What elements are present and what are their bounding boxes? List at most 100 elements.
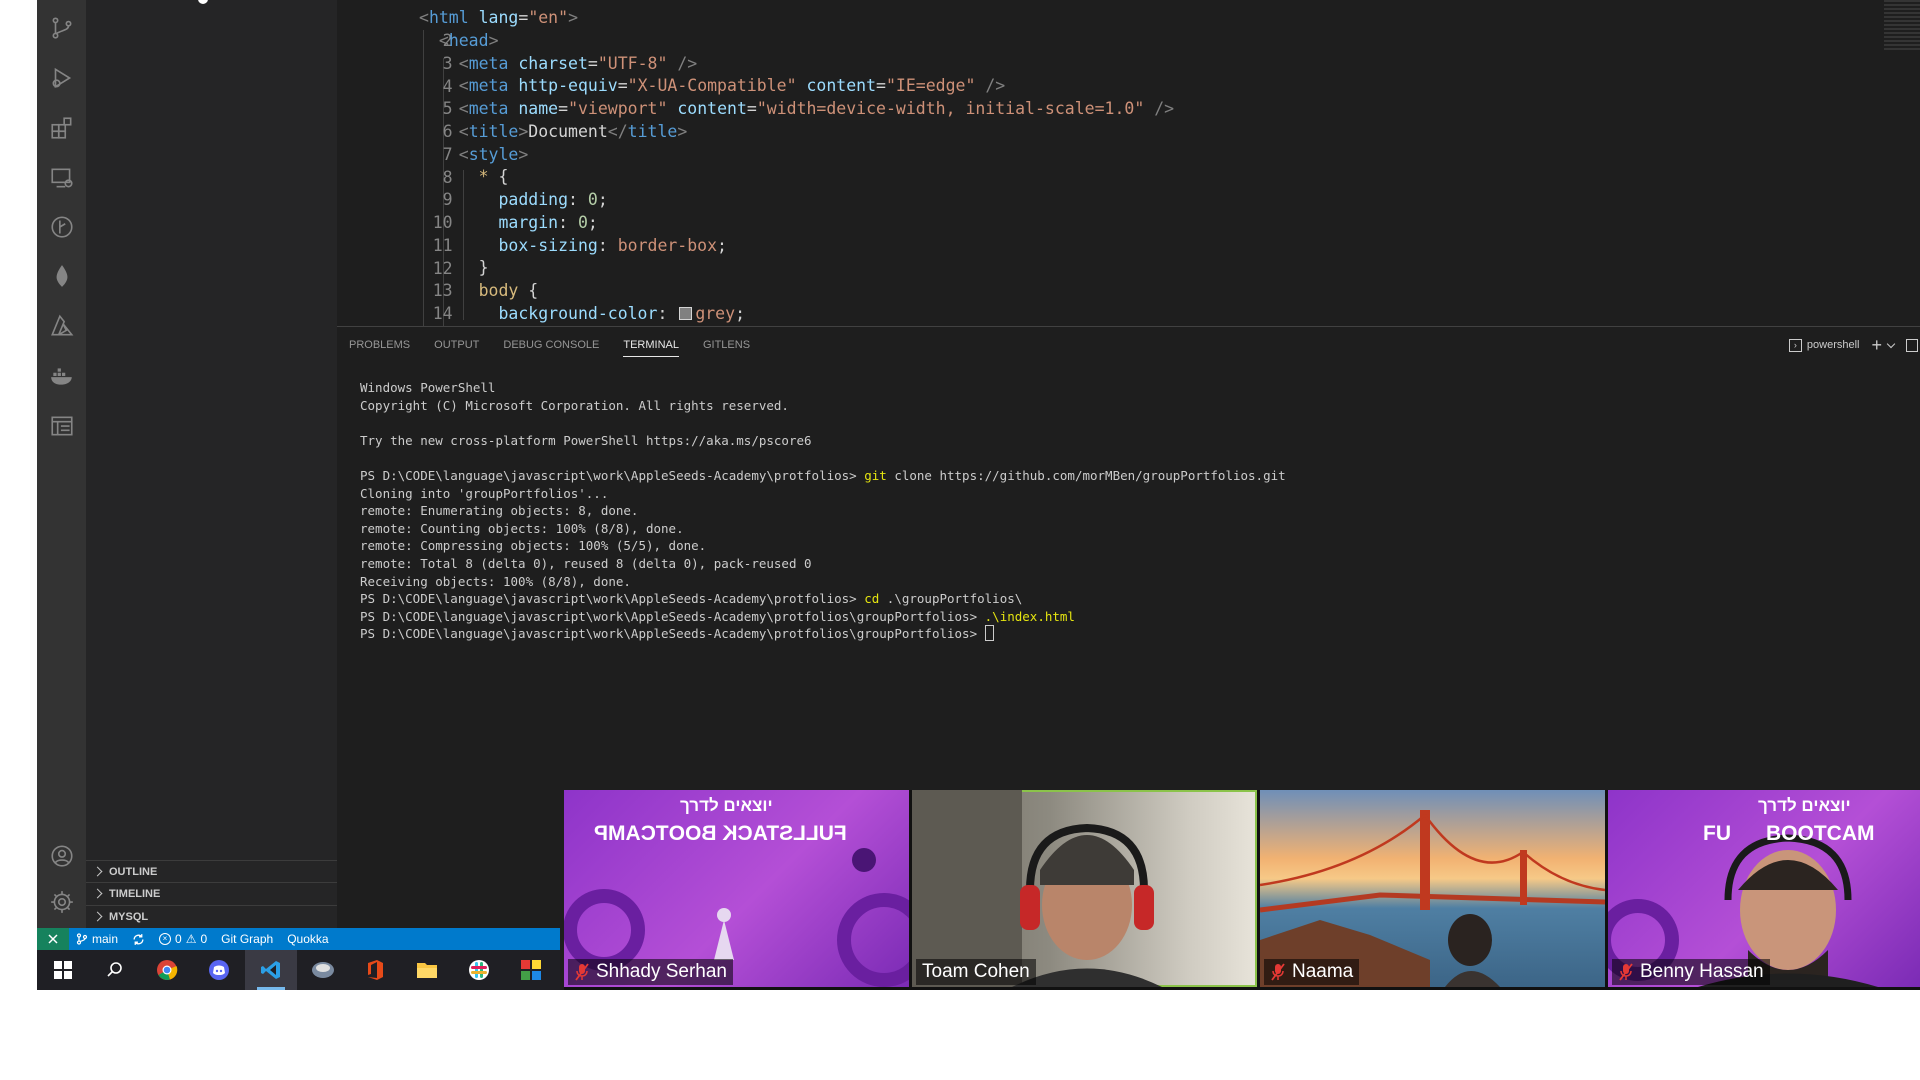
mongodb-icon[interactable] <box>44 258 80 294</box>
settings-gear-icon[interactable] <box>44 884 80 920</box>
terminal-line: remote: Enumerating objects: 8, done. <box>360 503 639 519</box>
sync-button[interactable] <box>125 933 152 946</box>
panel-actions: › powershell + <box>1788 327 1920 363</box>
warning-icon: ⚠ <box>185 932 197 946</box>
code-line-14: 14 body { <box>432 281 539 323</box>
office-icon[interactable] <box>349 950 401 990</box>
terminal-line: Copyright (C) Microsoft Corporation. All… <box>360 397 789 413</box>
banner-heading: יוצאים לדרך <box>1758 796 1851 815</box>
terminal-line: Windows PowerShell <box>360 380 496 395</box>
video-call-strip: יוצאים לדרך FULLSTACK BOOTCAMP Shhady Se… <box>564 790 1920 990</box>
outline-section[interactable]: OUTLINE <box>86 860 337 882</box>
mysql-section[interactable]: MYSQL <box>86 905 337 927</box>
vscode-icon[interactable] <box>245 950 297 990</box>
code-line-6: 6 <meta name="viewport" content="width=d… <box>442 99 1175 141</box>
search-icon[interactable] <box>89 950 141 990</box>
banner-title: FULLSTACK BOOTCAMP <box>594 822 847 845</box>
code-line-13: 13 } <box>432 258 489 300</box>
code-line-3: 3 <head> <box>438 31 499 73</box>
status-bar: main × 0 ⚠ 0 Git Graph Quokka <box>37 928 560 950</box>
mic-muted-icon <box>1271 963 1285 981</box>
participant-video <box>912 790 1162 987</box>
shell-selector[interactable]: powershell <box>1807 339 1860 351</box>
code-editor[interactable]: 2 <html lang="en"> 3 <head> 4 <meta char… <box>337 0 1920 326</box>
windows-taskbar <box>37 950 560 990</box>
participant-name-tag: Naama <box>1264 959 1360 985</box>
error-icon: × <box>159 933 172 945</box>
timeline-section[interactable]: TIMELINE <box>86 882 337 904</box>
terminal-output[interactable]: Windows PowerShell Copyright (C) Microso… <box>360 379 1286 643</box>
participant-background-image <box>1260 810 1605 987</box>
chevron-right-icon <box>92 888 103 899</box>
color-swatch[interactable] <box>679 307 693 320</box>
terminal-cursor <box>984 625 994 642</box>
git-graph-icon[interactable] <box>44 209 80 245</box>
chrome-icon[interactable] <box>141 950 193 990</box>
chevron-down-icon[interactable] <box>1886 339 1896 348</box>
mouse-cursor <box>198 0 208 4</box>
code-line-9: 9 * { <box>442 167 509 209</box>
code-line-11: 11 margin: 0; <box>432 213 598 255</box>
participant-name-tag: Shhady Serhan <box>568 959 733 985</box>
participant-tile[interactable]: Naama <box>1260 790 1605 987</box>
tab-terminal[interactable]: TERMINAL <box>611 327 691 363</box>
azure-icon[interactable] <box>44 308 80 344</box>
docker-icon[interactable] <box>44 358 80 394</box>
participant-tile[interactable]: יוצאים לדרך FULLSTACK BOOTCAMP Shhady Se… <box>564 790 909 987</box>
chevron-right-icon <box>92 911 103 922</box>
new-terminal-plus-icon[interactable]: + <box>1871 335 1882 356</box>
code-line-12: 12 box-sizing: border-box; <box>432 236 727 278</box>
minimap[interactable] <box>1880 0 1920 60</box>
source-control-icon[interactable] <box>44 10 80 46</box>
remote-explorer-icon[interactable] <box>44 160 80 196</box>
problems-indicator[interactable]: × 0 ⚠ 0 <box>152 932 214 946</box>
terminal-line: Cloning into 'groupPortfolios'... <box>360 485 609 501</box>
participant-name-tag: Toam Cohen <box>916 959 1036 985</box>
windows-start-icon[interactable] <box>37 950 89 990</box>
terminal-line: PS D:\CODE\language\javascript\work\Appl… <box>360 591 1023 607</box>
code-line-4: 4 <meta charset="UTF-8" /> <box>442 54 698 96</box>
file-explorer-icon[interactable] <box>401 950 453 990</box>
slack-icon[interactable] <box>453 950 505 990</box>
branch-indicator[interactable]: main <box>69 932 125 946</box>
run-debug-icon[interactable] <box>44 60 80 96</box>
terminal-line: Receiving objects: 100% (8/8), done. <box>360 573 631 589</box>
banner-title: FU BOOTCAM <box>1703 822 1875 845</box>
tab-debug-console[interactable]: DEBUG CONSOLE <box>491 327 611 363</box>
tab-problems[interactable]: PROBLEMS <box>337 327 422 363</box>
code-line-7: 7 <title>Document</title> <box>442 122 688 164</box>
layout-icon[interactable] <box>44 408 80 444</box>
chevron-right-icon <box>92 866 103 877</box>
participant-name-tag: Benny Hassan <box>1612 959 1770 985</box>
participant-tile[interactable]: יוצאים לדרך FU BOOTCAM Benny Hassan <box>1608 790 1920 987</box>
terminal-line: remote: Compressing objects: 100% (5/5),… <box>360 538 707 554</box>
code-line-15: 15 background-color: grey; <box>498 304 745 323</box>
tab-output[interactable]: OUTPUT <box>422 327 491 363</box>
sidebar: OUTLINE TIMELINE MYSQL <box>86 0 337 928</box>
terminal-line: PS D:\CODE\language\javascript\work\Appl… <box>360 467 1286 483</box>
terminal-line: Try the new cross-platform PowerShell ht… <box>360 432 812 448</box>
branch-icon <box>76 933 88 945</box>
quokka-button[interactable]: Quokka <box>280 932 335 946</box>
code-line-8: 8 <style> <box>442 145 529 187</box>
terminal-icon: › <box>1788 338 1802 352</box>
activity-bar <box>37 0 86 928</box>
terminal-line: PS D:\CODE\language\javascript\work\Appl… <box>360 608 1075 624</box>
terminal-line: remote: Total 8 (delta 0), reused 8 (del… <box>360 555 812 571</box>
split-terminal-icon[interactable] <box>1906 338 1918 352</box>
remote-indicator-icon[interactable] <box>37 928 69 950</box>
terminal-line: PS D:\CODE\language\javascript\work\Appl… <box>360 625 1286 643</box>
tab-gitlens[interactable]: GITLENS <box>691 327 762 363</box>
account-icon[interactable] <box>44 838 80 874</box>
discord-icon[interactable] <box>193 950 245 990</box>
bootcamp-banner-graphic <box>564 848 909 987</box>
mic-muted-icon <box>575 963 589 981</box>
extensions-icon[interactable] <box>44 110 80 146</box>
panel-tabs: PROBLEMS OUTPUT DEBUG CONSOLE TERMINAL G… <box>337 327 762 363</box>
participant-tile[interactable]: Toam Cohen <box>912 790 1257 987</box>
terminal-line: remote: Counting objects: 100% (8/8), do… <box>360 520 684 536</box>
app-grid-icon[interactable] <box>505 950 557 990</box>
git-graph-button[interactable]: Git Graph <box>214 932 280 946</box>
screen-capture: OUTLINE TIMELINE MYSQL 2 <html lang="en"… <box>37 0 1920 990</box>
app-icon[interactable] <box>297 950 349 990</box>
